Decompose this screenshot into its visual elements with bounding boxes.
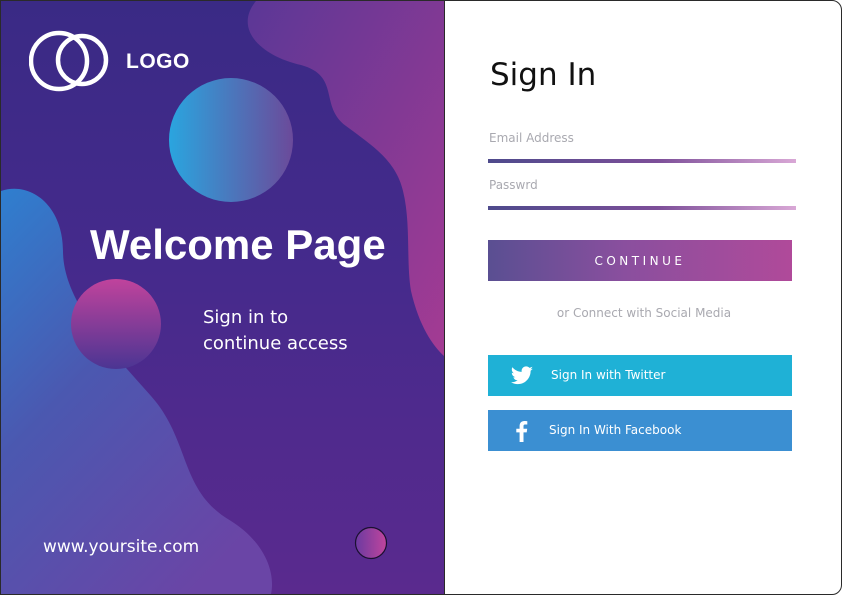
twitter-signin-button[interactable]: Sign In with Twitter [488,355,792,396]
signin-panel: Sign In CONTINUE or Connect with Social … [445,1,841,594]
password-field[interactable] [488,170,789,200]
subtitle-line-2: continue access [203,333,348,354]
email-underline [488,159,796,163]
twitter-button-label: Sign In with Twitter [551,368,666,382]
welcome-panel: LOGO Welcome Page Sign in to continue ac… [1,1,445,594]
password-underline [488,206,796,210]
signin-title: Sign In [490,57,597,93]
twitter-bird-icon [510,366,533,385]
blue-circle [169,78,293,202]
decorative-dot [354,526,388,560]
social-divider-text: or Connect with Social Media [556,306,732,320]
facebook-signin-button[interactable]: Sign In With Facebook [488,410,792,451]
facebook-f-icon [516,421,528,442]
continue-button[interactable]: CONTINUE [488,240,792,281]
signin-card: LOGO Welcome Page Sign in to continue ac… [0,0,842,595]
interlocking-rings-icon [29,30,109,92]
pink-circle [71,279,161,369]
website-link[interactable]: www.yoursite.com [43,537,199,557]
email-field[interactable] [488,123,789,153]
welcome-title: Welcome Page [90,221,386,268]
email-field-group [488,123,796,163]
facebook-button-label: Sign In With Facebook [549,423,682,437]
password-field-group [488,170,796,210]
subtitle-line-1: Sign in to [203,307,289,328]
logo-text: LOGO [126,50,190,73]
welcome-subtitle: Sign in to continue access [203,305,403,357]
